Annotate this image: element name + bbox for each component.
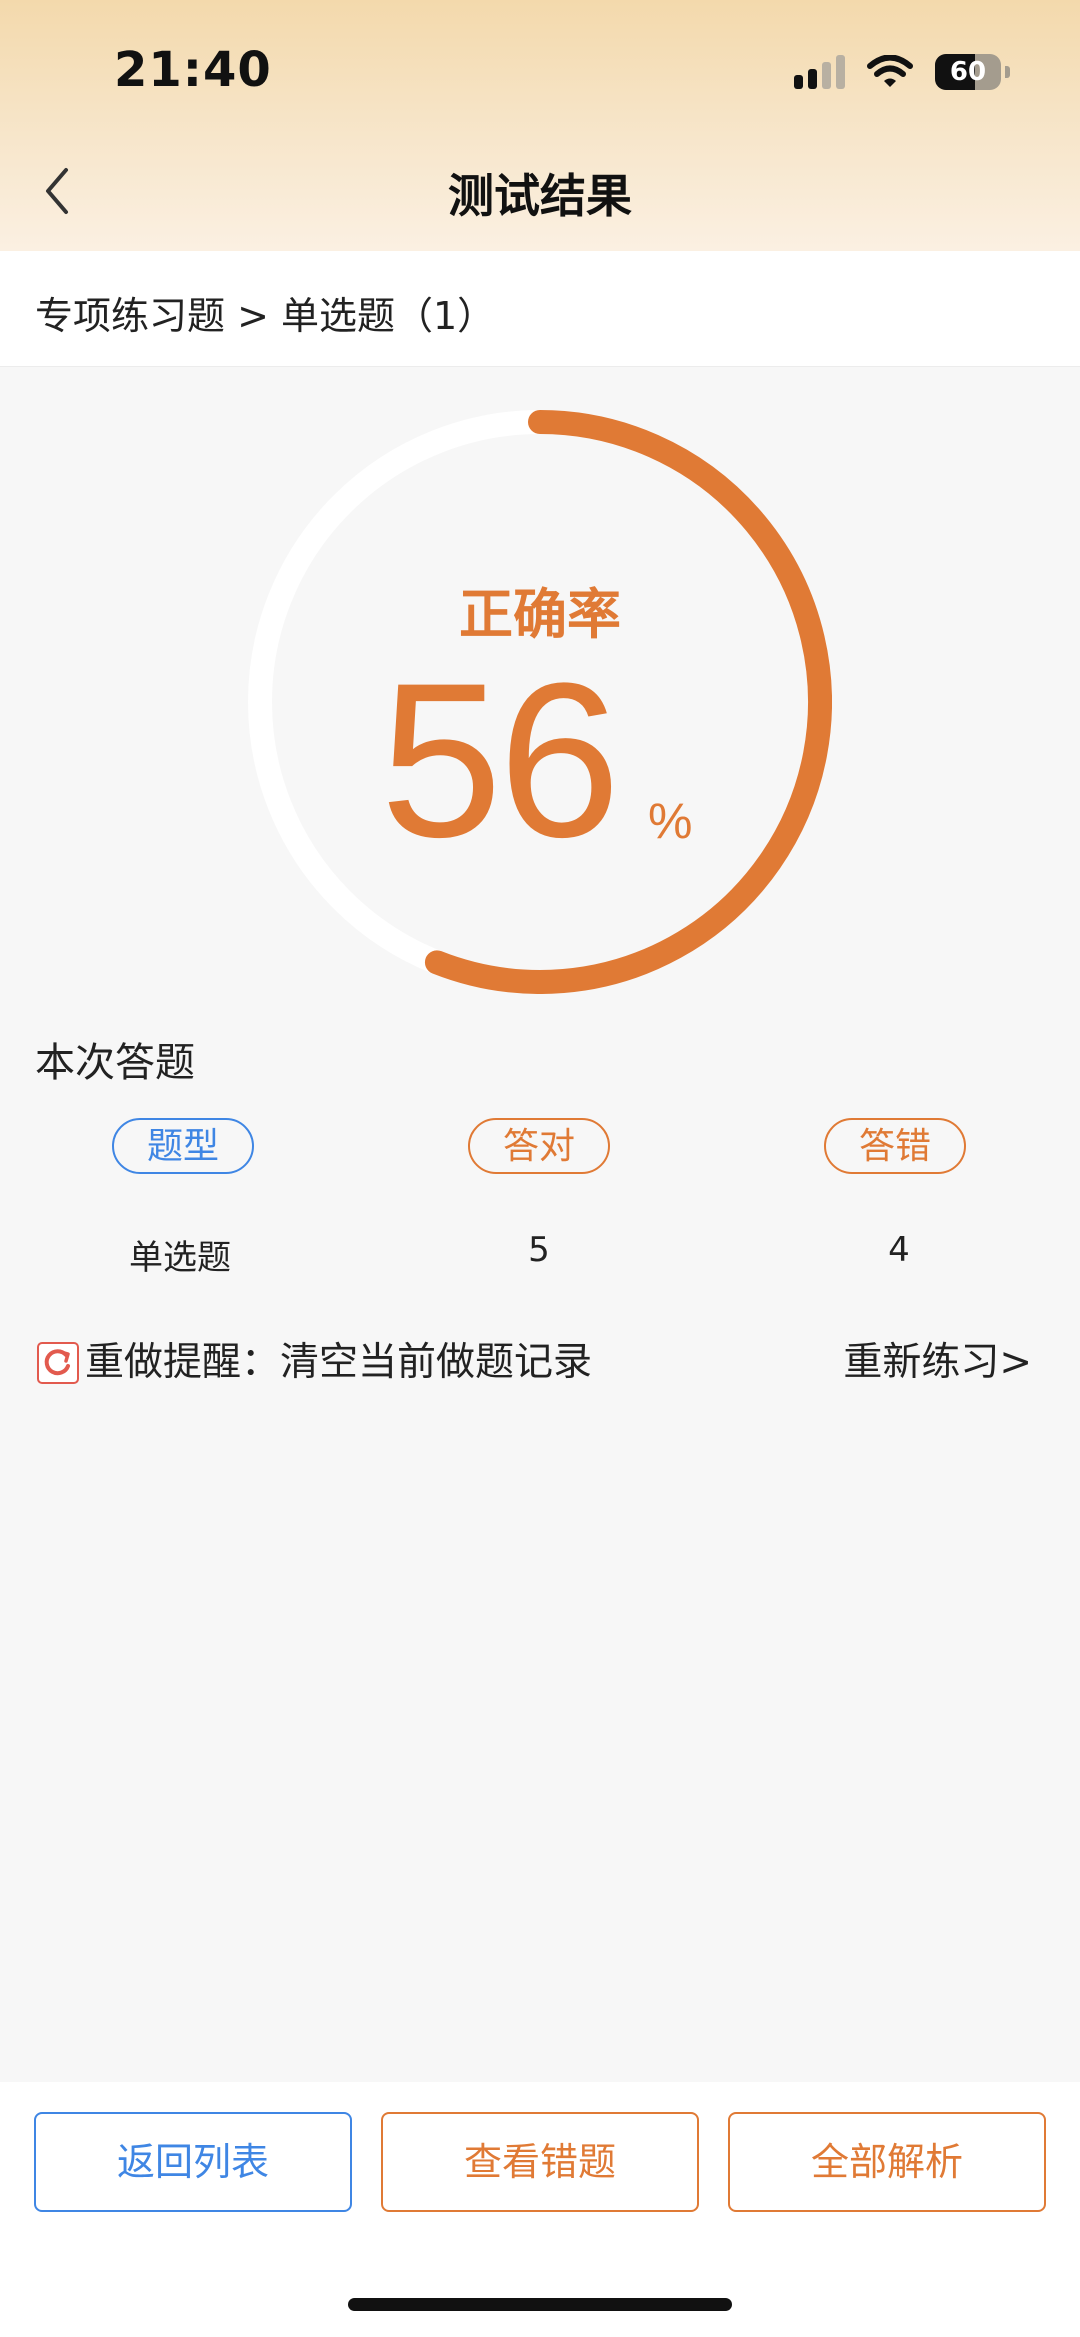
cell-correct-count: 5 bbox=[528, 1230, 550, 1270]
breadcrumb: 专项练习题 > 单选题（1） bbox=[0, 251, 1080, 367]
section-title: 本次答题 bbox=[35, 1040, 195, 1086]
cell-wrong-count: 4 bbox=[888, 1230, 910, 1270]
page-title: 测试结果 bbox=[448, 169, 632, 223]
status-icons: 60 bbox=[794, 52, 1010, 92]
reset-hint: 重做提醒：清空当前做题记录 bbox=[85, 1340, 593, 1385]
breadcrumb-text: 专项练习题 > 单选题（1） bbox=[35, 294, 496, 338]
view-wrong-button[interactable]: 查看错题 bbox=[381, 2112, 699, 2212]
refresh-icon bbox=[37, 1342, 79, 1384]
column-tag-wrong: 答错 bbox=[824, 1118, 966, 1174]
cell-question-type: 单选题 bbox=[129, 1238, 231, 1278]
cellular-signal-icon bbox=[794, 55, 845, 89]
column-tag-correct: 答对 bbox=[468, 1118, 610, 1174]
wifi-icon bbox=[867, 55, 913, 87]
header: 21:40 60 测试结果 bbox=[0, 0, 1080, 251]
all-analysis-button[interactable]: 全部解析 bbox=[728, 2112, 1046, 2212]
battery-icon: 60 bbox=[935, 54, 1001, 90]
redo-practice-link[interactable]: 重新练习> bbox=[843, 1338, 1032, 1388]
battery-level: 60 bbox=[949, 57, 987, 87]
status-time: 21:40 bbox=[114, 42, 272, 98]
accuracy-unit: % bbox=[648, 793, 693, 849]
reset-row: 重做提醒：清空当前做题记录 重新练习> bbox=[37, 1338, 1080, 1398]
battery-tip bbox=[1005, 66, 1010, 78]
back-to-list-button[interactable]: 返回列表 bbox=[34, 2112, 352, 2212]
home-indicator bbox=[348, 2298, 732, 2311]
accuracy-value: 56 bbox=[380, 637, 621, 883]
column-tag-type: 题型 bbox=[112, 1118, 254, 1174]
